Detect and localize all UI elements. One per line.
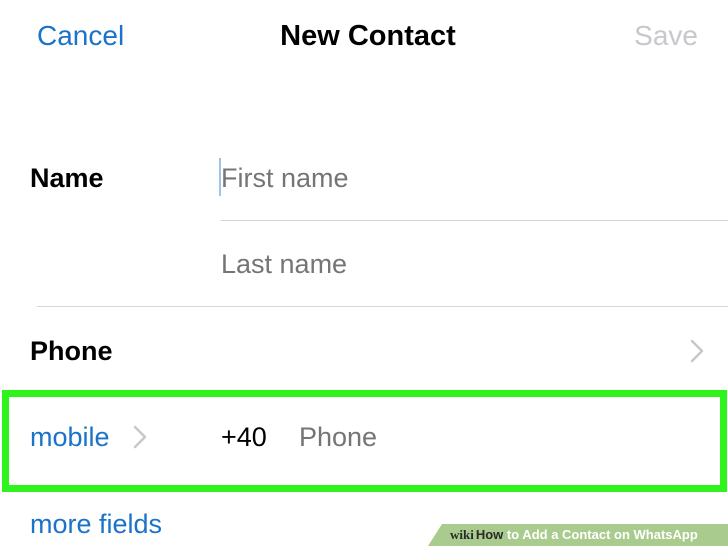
phone-number-input[interactable] <box>299 420 699 454</box>
chevron-right-icon[interactable] <box>132 424 148 450</box>
save-button[interactable]: Save <box>634 18 698 54</box>
watermark-text: wiki How to Add a Contact on WhatsApp <box>450 527 698 543</box>
navigation-bar: Cancel New Contact Save <box>0 0 728 75</box>
last-name-input[interactable] <box>221 247 701 281</box>
watermark-how: How <box>475 527 504 542</box>
phone-type-label[interactable]: mobile <box>30 420 110 454</box>
divider <box>37 306 728 307</box>
phone-label: Phone <box>30 336 113 366</box>
more-fields-button[interactable]: more fields <box>30 507 162 541</box>
country-code[interactable]: +40 <box>221 420 267 454</box>
name-label: Name <box>30 163 104 193</box>
divider <box>221 220 728 221</box>
chevron-right-icon[interactable] <box>689 338 705 364</box>
watermark-brand: wiki <box>450 527 474 542</box>
page-title: New Contact <box>280 20 456 52</box>
watermark-title: to Add a Contact on WhatsApp <box>503 527 698 542</box>
first-name-input[interactable] <box>221 161 701 195</box>
wikihow-watermark: wiki How to Add a Contact on WhatsApp <box>428 524 728 546</box>
